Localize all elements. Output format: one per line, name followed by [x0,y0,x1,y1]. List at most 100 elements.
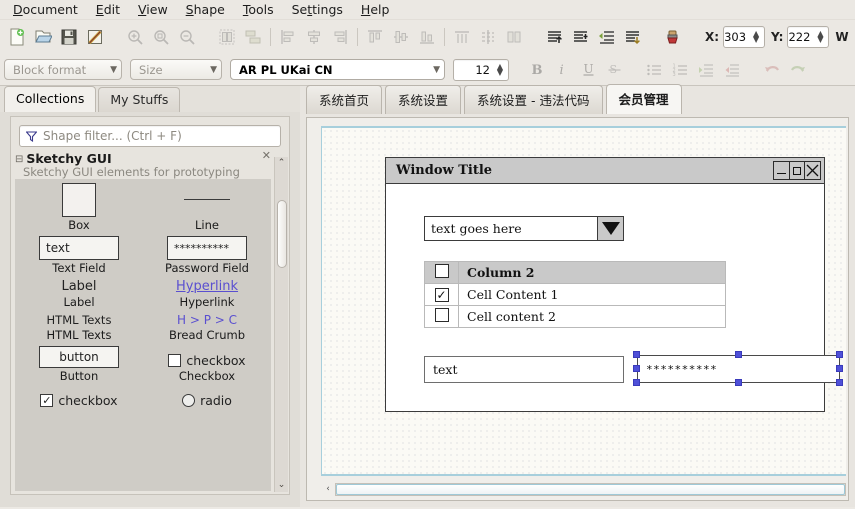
scrollbar-track[interactable] [276,170,288,479]
distribute-vertical-icon[interactable] [475,24,501,50]
x-stepper-arrows[interactable]: ▲ ▼ [750,30,764,44]
selection-handle-n[interactable] [735,351,742,358]
numbered-list-icon[interactable]: 123 [667,57,693,83]
selection-handle-se[interactable] [836,379,843,386]
align-left-icon[interactable] [275,24,301,50]
page-tab-1[interactable]: 系统设置 [385,85,462,114]
mockup-dropdown[interactable]: text goes here [424,216,624,241]
minimize-icon[interactable] [773,161,790,180]
export-icon[interactable] [82,24,108,50]
font-family-select[interactable]: AR PL UKai CN ▼ [230,59,445,80]
size-select[interactable]: Size ▼ [130,59,222,80]
table-row[interactable]: Cell content 2 [424,305,726,328]
mockup-table[interactable]: Column 2 ✓ Cell Content 1 Cell content 2 [424,261,726,328]
close-icon[interactable] [804,161,821,180]
hscrollbar-track[interactable] [335,482,846,496]
shape-item-checkbox[interactable]: checkbox Checkbox [143,343,271,384]
dropdown-arrow-icon[interactable] [597,217,623,240]
page-tab-0[interactable]: 系统首页 [306,85,383,114]
shape-item-radio[interactable]: radio [143,390,271,409]
open-document-icon[interactable] [30,24,56,50]
new-document-icon[interactable] [4,24,30,50]
shape-item-password-field[interactable]: ********** Password Field [143,233,271,276]
selection-handle-e[interactable] [836,365,843,372]
bullet-list-icon[interactable] [641,57,667,83]
scrollbar-thumb[interactable] [276,200,287,268]
tab-collections[interactable]: Collections [4,86,97,112]
zoom-out-icon[interactable] [174,24,200,50]
indent-increase-icon[interactable] [693,57,719,83]
font-size-stepper-arrows[interactable]: ▲ ▼ [494,62,508,76]
page-tab-2[interactable]: 系统设置 - 违法代码 [464,85,603,114]
y-stepper-arrows[interactable]: ▲ ▼ [814,30,828,44]
menu-shape[interactable]: Shape [177,0,234,20]
selection-handle-nw[interactable] [633,351,640,358]
tab-my-stuffs[interactable]: My Stuffs [98,87,181,112]
selection-handle-s[interactable] [735,379,742,386]
bold-icon[interactable]: B [523,57,549,83]
shape-panel-scrollbar[interactable]: ⌃ ⌄ [274,157,288,492]
shape-item-line[interactable]: Line [143,179,271,233]
table-row[interactable]: ✓ Cell Content 1 [424,283,726,306]
align-top-icon[interactable] [362,24,388,50]
align-right-icon[interactable] [327,24,353,50]
strikethrough-icon[interactable]: S [601,57,627,83]
canvas-horizontal-scrollbar[interactable]: ‹ [321,480,846,498]
shape-item-bread-crumb[interactable]: H > P > C Bread Crumb [143,310,271,343]
indent-decrease-icon[interactable] [719,57,745,83]
align-center-icon[interactable] [301,24,327,50]
redo-icon[interactable] [785,57,811,83]
paint-brush-icon[interactable] [659,24,685,50]
shape-item-hyperlink[interactable]: Hyperlink Hyperlink [143,276,271,310]
menu-document[interactable]: Document [4,0,87,20]
block-format-select[interactable]: Block format ▼ [4,59,122,80]
underline-icon[interactable]: U [575,57,601,83]
shape-item-checkbox-checked[interactable]: ✓ checkbox [15,390,143,409]
selection-handle-ne[interactable] [836,351,843,358]
shape-item-html-texts[interactable]: HTML Texts HTML Texts [15,310,143,343]
menu-edit[interactable]: Edit [87,0,129,20]
maximize-icon[interactable] [788,161,806,180]
scroll-down-icon[interactable]: ⌄ [278,479,286,492]
select-all-checkbox-icon[interactable] [434,264,449,278]
design-canvas[interactable]: Window Title text goes here Column 2 ✓ C… [321,126,846,476]
save-document-icon[interactable] [56,24,82,50]
close-icon[interactable]: ✕ [262,149,271,162]
undo-icon[interactable] [759,57,785,83]
bring-to-front-icon[interactable] [541,24,567,50]
menu-tools[interactable]: Tools [234,0,283,20]
hscrollbar-thumb[interactable] [336,483,845,495]
menu-help[interactable]: Help [352,0,399,20]
distribute-horizontal-icon[interactable] [449,24,475,50]
mockup-text-field[interactable]: text [424,356,624,383]
row-checkbox-icon[interactable] [434,308,449,322]
menu-settings[interactable]: Settings [283,0,352,20]
mockup-window[interactable]: Window Title text goes here Column 2 ✓ C… [385,157,843,412]
row-checkbox-checked-icon[interactable]: ✓ [434,288,449,302]
shape-item-button[interactable]: button Button [15,343,143,384]
x-coordinate-stepper[interactable]: 303 ▲ ▼ [723,26,766,48]
ungroup-icon[interactable] [240,24,266,50]
send-backward-icon[interactable] [593,24,619,50]
collapse-icon[interactable]: ⊟ [15,154,23,165]
menu-view[interactable]: View [129,0,177,20]
y-coordinate-stepper[interactable]: 222 ▲ ▼ [787,26,830,48]
align-middle-icon[interactable] [388,24,414,50]
bring-forward-icon[interactable] [567,24,593,50]
page-tab-3[interactable]: 会员管理 [605,84,682,114]
shape-filter-input[interactable]: Shape filter... (Ctrl + F) [19,125,281,147]
shape-item-label[interactable]: Label Label [15,276,143,310]
shape-item-box[interactable]: Box [15,179,143,233]
scroll-left-icon[interactable]: ‹ [321,484,335,494]
selection-handle-w[interactable] [633,365,640,372]
shape-item-text-field[interactable]: text Text Field [15,233,143,276]
group-icon[interactable] [214,24,240,50]
scroll-up-icon[interactable]: ⌃ [278,157,286,170]
italic-icon[interactable]: i [549,57,575,83]
selection-handle-sw[interactable] [633,379,640,386]
zoom-in-icon[interactable] [122,24,148,50]
send-to-back-icon[interactable] [619,24,645,50]
font-size-stepper[interactable]: 12 ▲ ▼ [453,58,509,81]
align-bottom-icon[interactable] [414,24,440,50]
distribute-spacing-icon[interactable] [501,24,527,50]
